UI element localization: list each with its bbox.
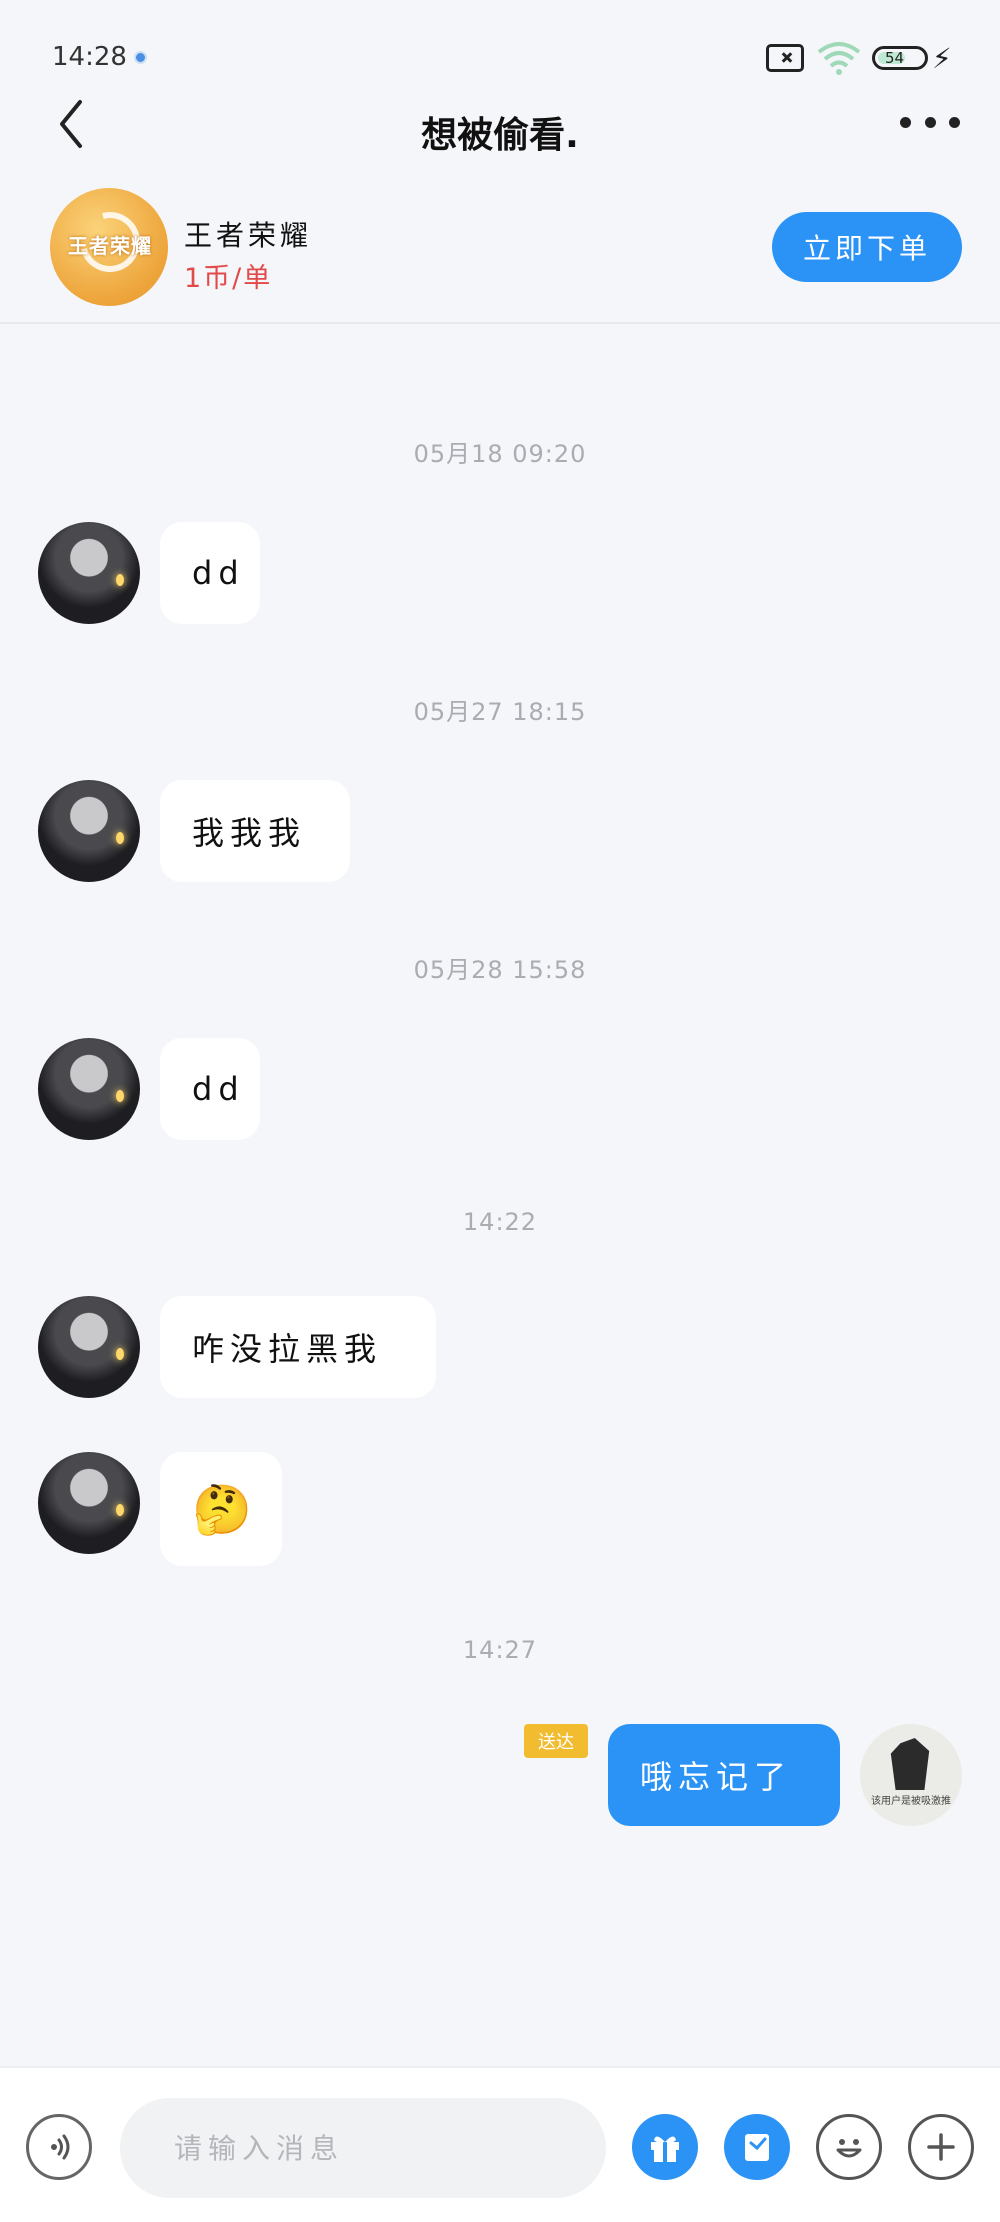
message-timestamp: 05月18 09:20 — [413, 440, 587, 468]
gift-button[interactable] — [632, 2114, 698, 2180]
my-avatar[interactable]: 该用户是被吸激推 — [860, 1724, 962, 1826]
message-bubble[interactable]: 🤔 — [160, 1452, 282, 1566]
plus-icon — [927, 2133, 955, 2161]
contact-avatar[interactable] — [38, 1296, 140, 1398]
message-timestamp: 14:27 — [462, 1636, 538, 1664]
charging-icon: ⚡ — [932, 42, 952, 75]
chat-messages[interactable]: 05月18 09:20 dd 05月27 18:15 我我我 05月28 15:… — [0, 326, 1000, 2066]
product-card: 王者荣耀 王者荣耀 1币/单 立即下单 — [0, 180, 1000, 324]
voice-icon — [51, 2134, 70, 2160]
order-now-button[interactable]: 立即下单 — [772, 212, 962, 282]
coupon-button[interactable] — [724, 2114, 790, 2180]
voice-button[interactable] — [26, 2114, 92, 2180]
contact-avatar[interactable] — [38, 780, 140, 882]
my-message-bubble[interactable]: 哦忘记了 — [608, 1724, 840, 1826]
message-timestamp: 14:22 — [462, 1208, 538, 1236]
game-logo-text: 王者荣耀 — [68, 234, 152, 258]
wifi-icon — [817, 42, 861, 75]
contact-avatar[interactable] — [38, 522, 140, 624]
delivered-badge: 送达 — [524, 1724, 588, 1758]
my-avatar-caption: 该用户是被吸激推 — [871, 1796, 951, 1807]
emoji-button[interactable] — [816, 2114, 882, 2180]
more-dots-icon[interactable] — [900, 112, 960, 132]
message-bubble[interactable]: dd — [160, 1038, 260, 1140]
page-title: 想被偷看. — [421, 115, 579, 156]
chat-header: 想被偷看. — [0, 80, 1000, 180]
battery-level: 54 — [885, 49, 905, 67]
game-price: 1币/单 — [184, 263, 273, 294]
contact-avatar[interactable] — [38, 1038, 140, 1140]
plus-button[interactable] — [908, 2114, 974, 2180]
message-timestamp: 05月27 18:15 — [413, 698, 587, 726]
game-name: 王者荣耀 — [184, 219, 313, 252]
emoji-icon — [836, 2139, 862, 2158]
avatar-figure — [890, 1738, 930, 1790]
contact-avatar[interactable] — [38, 1452, 140, 1554]
thinking-emoji: 🤔 — [192, 1481, 252, 1538]
sim-blocked-icon — [766, 44, 804, 72]
message-bubble[interactable]: 咋没拉黑我 — [160, 1296, 436, 1398]
message-bubble[interactable]: 我我我 — [160, 780, 350, 882]
message-input[interactable] — [120, 2098, 606, 2198]
gift-icon — [651, 2136, 679, 2162]
coupon-icon — [745, 2134, 769, 2161]
battery-icon: 54 — [872, 46, 928, 70]
status-bar: 14:28 54 ⚡ — [0, 0, 1000, 80]
notification-dot-icon — [134, 51, 147, 64]
message-timestamp: 05月28 15:58 — [413, 956, 587, 984]
message-bubble[interactable]: dd — [160, 522, 260, 624]
status-time: 14:28 — [52, 42, 127, 72]
message-input-bar — [0, 2066, 1000, 2222]
game-logo[interactable]: 王者荣耀 — [50, 188, 168, 306]
